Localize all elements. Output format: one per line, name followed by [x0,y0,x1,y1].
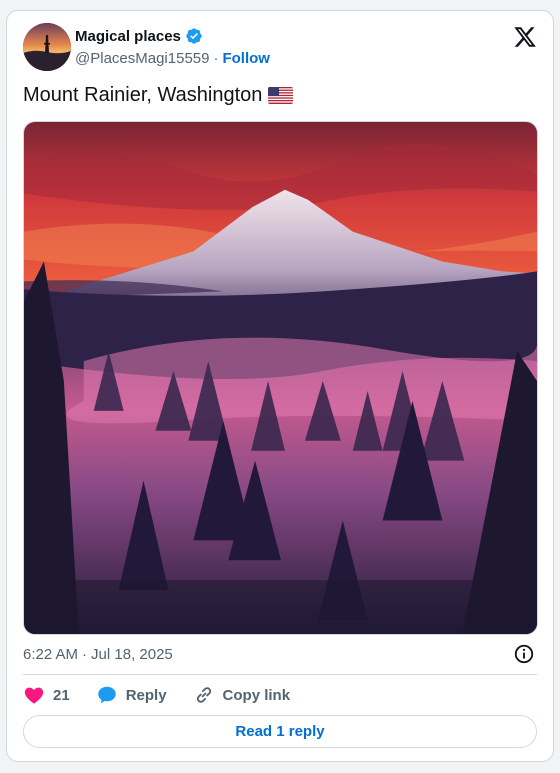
handle[interactable]: @PlacesMagi15559 [75,50,209,67]
read-replies-button[interactable]: Read 1 reply [23,715,537,748]
avatar[interactable] [23,23,71,71]
tweet-text: Mount Rainier, Washington [23,84,263,106]
like-button[interactable]: 21 [23,684,70,706]
link-icon [196,687,211,703]
display-name[interactable]: Magical places [75,28,181,45]
action-bar: 21 Reply Copy link [23,683,316,707]
reply-label: Reply [125,686,167,704]
verified-badge-icon [186,28,202,44]
us-flag-icon [268,87,294,104]
reply-button[interactable]: Reply [96,684,167,706]
like-count: 21 [53,686,70,704]
info-icon[interactable] [513,643,535,665]
x-logo-icon[interactable] [513,25,537,49]
copy-link-label: Copy link [222,686,291,704]
tweet-time[interactable]: 6:22 AM [23,646,78,663]
divider [23,674,537,675]
tweet-date[interactable]: Jul 18, 2025 [91,646,173,663]
handle-separator: · [213,50,219,67]
copy-link-button[interactable]: Copy link [193,684,291,706]
tweet-card: Magical places @PlacesMagi15559 · Follow… [6,10,554,762]
tweet-photo[interactable] [23,121,538,635]
heart-icon [24,687,44,704]
follow-button[interactable]: Follow [222,50,270,67]
time-separator: · [82,646,88,663]
reply-bubble-icon [97,686,116,704]
